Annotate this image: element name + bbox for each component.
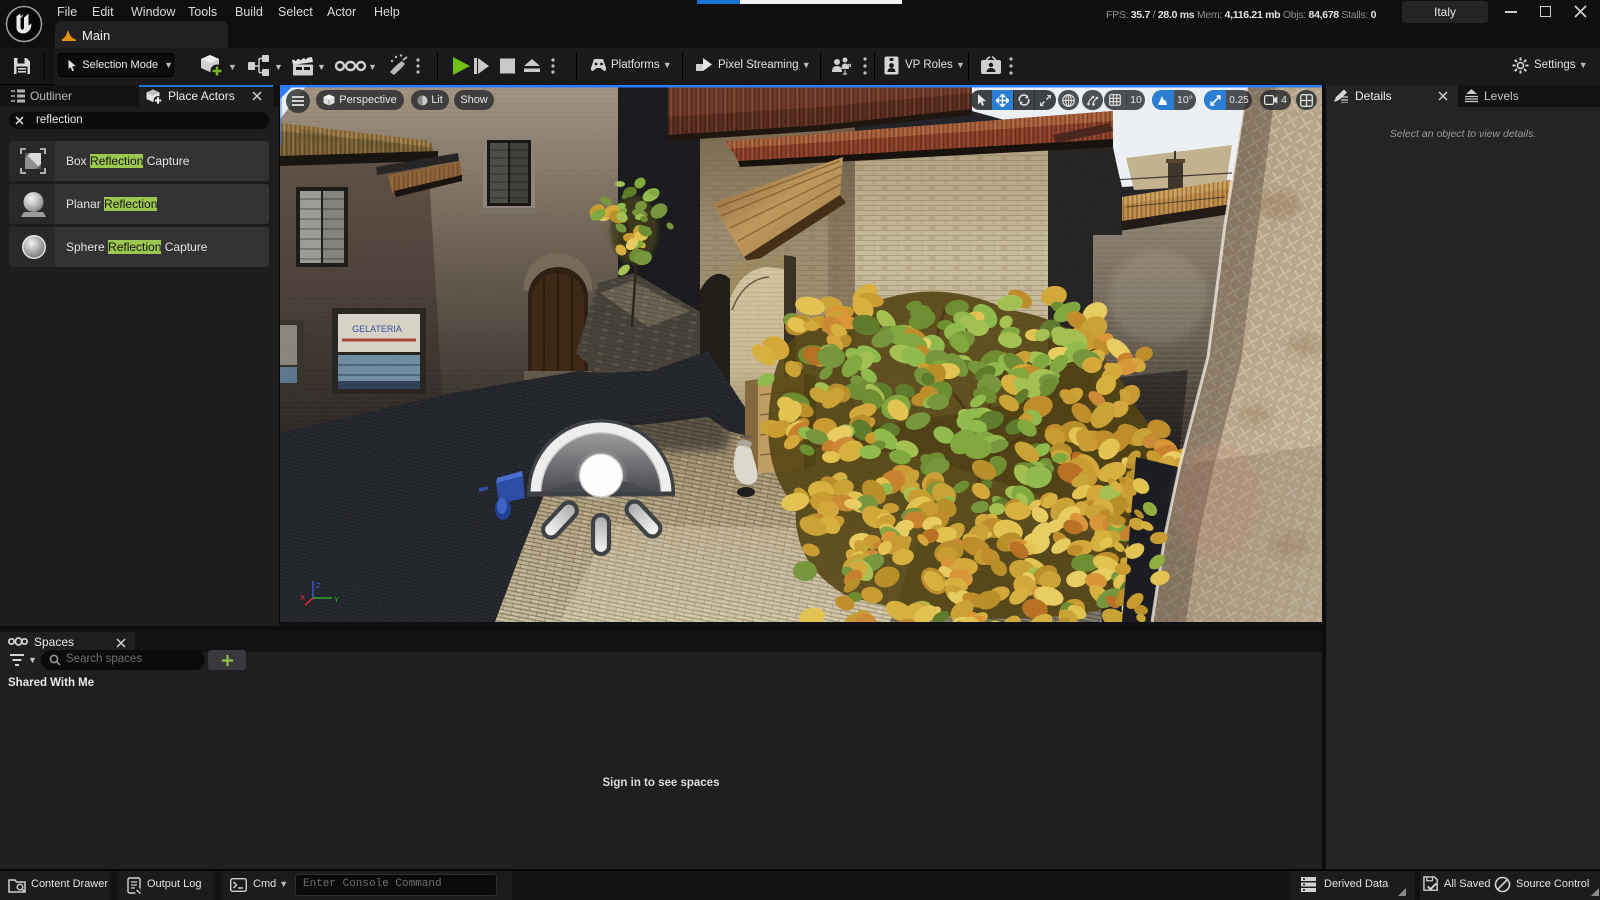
svg-text:▼: ▼ [228,62,237,72]
svg-text:▼: ▼ [317,62,326,72]
svg-text:▼: ▼ [274,62,283,72]
svg-text:▼: ▼ [368,62,377,72]
